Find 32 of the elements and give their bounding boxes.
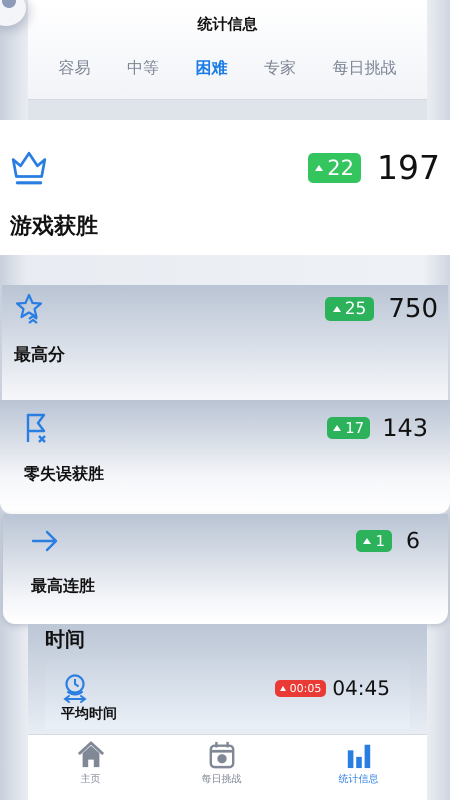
change-badge: 22 xyxy=(308,152,361,182)
stat-value: 750 xyxy=(388,294,438,324)
section-title: 时间 xyxy=(45,626,86,653)
stat-label: 最高连胜 xyxy=(31,576,96,597)
arrow-icon xyxy=(31,528,59,554)
nav-tab[interactable]: 统计信息 xyxy=(338,735,378,800)
stat-value: 197 xyxy=(377,148,440,187)
home-icon xyxy=(76,741,104,769)
page-title: 统计信息 xyxy=(198,15,258,34)
change-badge: 1 xyxy=(356,530,392,552)
star-icon xyxy=(14,293,44,325)
time-value: 04:45 xyxy=(332,676,390,700)
stat-label: 最高分 xyxy=(14,344,66,366)
nav-tab[interactable]: 每日挑战 xyxy=(202,735,242,800)
stat-value: 143 xyxy=(382,414,428,442)
nav-tab[interactable]: 主页 xyxy=(76,735,104,800)
difficulty-tab[interactable]: 每日挑战 xyxy=(332,58,397,79)
difficulty-tab[interactable]: 容易 xyxy=(58,58,90,79)
crown-icon xyxy=(10,150,48,186)
stat-label: 游戏获胜 xyxy=(10,213,99,241)
difficulty-tab[interactable]: 专家 xyxy=(264,58,296,79)
flag-icon xyxy=(24,412,48,444)
difficulty-tab[interactable]: 困难 xyxy=(195,58,228,79)
calendar-icon xyxy=(208,741,236,769)
change-badge: 25 xyxy=(324,297,374,321)
stat-value: 6 xyxy=(406,528,420,554)
clock-icon xyxy=(61,673,89,703)
change-badge: 00:05 xyxy=(274,680,326,696)
change-badge: 17 xyxy=(327,417,370,439)
time-label: 平均时间 xyxy=(61,705,118,723)
stat-label: 零失误获胜 xyxy=(24,464,105,485)
difficulty-tab[interactable]: 中等 xyxy=(126,58,159,79)
